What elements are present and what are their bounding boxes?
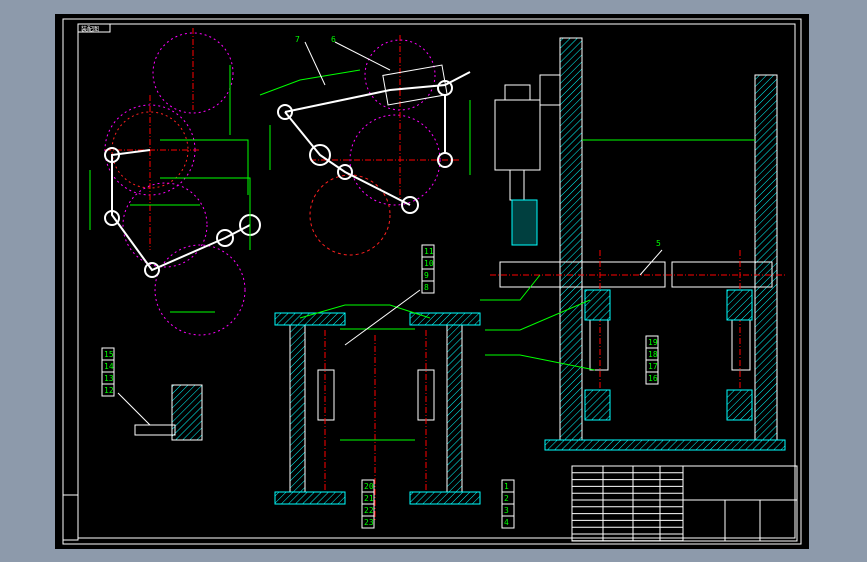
balloon-number: 22 bbox=[364, 506, 374, 515]
cylinder-view bbox=[494, 74, 566, 246]
balloon-number: 17 bbox=[648, 362, 658, 371]
balloon-number: 21 bbox=[364, 494, 374, 503]
balloon-number: 4 bbox=[504, 518, 509, 527]
balloon-number: 8 bbox=[424, 283, 429, 292]
balloon-number: 2 bbox=[504, 494, 509, 503]
callout-7: 7 bbox=[295, 35, 300, 44]
balloon-number: 18 bbox=[648, 350, 658, 359]
callout-6: 6 bbox=[331, 35, 336, 44]
balloon-number: 13 bbox=[104, 374, 114, 383]
balloon-number: 16 bbox=[648, 374, 658, 383]
kinematic-view-top-middle bbox=[259, 35, 471, 256]
balloon-number: 9 bbox=[424, 271, 429, 280]
inner-frame bbox=[77, 23, 796, 539]
section-callout: 5 bbox=[656, 239, 661, 248]
kinematic-view-left bbox=[89, 28, 261, 336]
balloon-number: 15 bbox=[104, 350, 114, 359]
balloon-number: 14 bbox=[104, 362, 114, 371]
balloon-number: 19 bbox=[648, 338, 658, 347]
balloon-number: 20 bbox=[364, 482, 374, 491]
detail-view bbox=[117, 384, 203, 441]
balloon-number: 12 bbox=[104, 386, 114, 395]
drawing-svg: 装配图 7 6 5 111098202122231234191817161514… bbox=[62, 18, 802, 545]
section-view-middle bbox=[274, 289, 481, 520]
cad-drawing-canvas[interactable]: 装配图 7 6 5 11 10 9 8 20 21 22 23 1 2 3 4 … bbox=[55, 14, 809, 549]
title-tag: 装配图 bbox=[81, 25, 99, 33]
balloon-number: 3 bbox=[504, 506, 509, 515]
balloon-number: 10 bbox=[424, 259, 434, 268]
balloon-number: 1 bbox=[504, 482, 509, 491]
balloon-number: 23 bbox=[364, 518, 374, 527]
balloon-number: 11 bbox=[424, 247, 434, 256]
